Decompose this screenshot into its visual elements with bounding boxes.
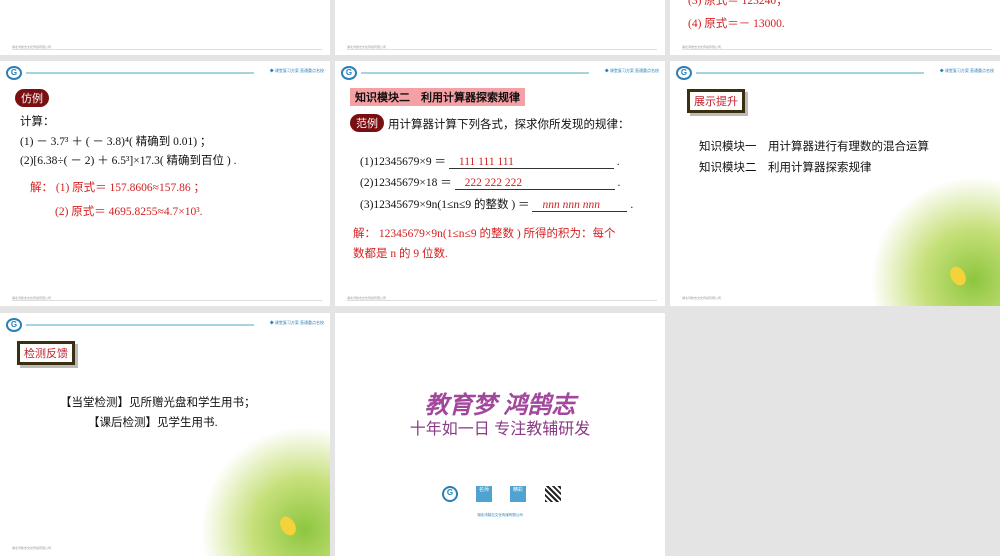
item-1: 知识模块一 用计算器进行有理数的混合运算 (699, 141, 929, 153)
answer-2: (2) 原式＝ 4695.8255≈4.7×10³. (55, 206, 203, 218)
logo-icon: G (442, 486, 458, 502)
slide-header: G ◆ 课堂复习方案 直通重点名校 (6, 66, 324, 80)
flower-decoration (200, 426, 330, 556)
logo-icon: G (6, 318, 22, 332)
header-text: ◆ 课堂复习方案 直通重点名校 (939, 68, 994, 73)
intro-text: 计算： (20, 116, 55, 128)
line-2: 【课后检测】见学生用书. (88, 417, 218, 429)
slide-header: G ◆ 课堂复习方案 直通重点名校 (676, 66, 994, 80)
header-text: ◆ 课堂复习方案 直通重点名校 (269, 68, 324, 73)
question-1: (1)12345679×9 ＝ 111 111 111 . (360, 156, 620, 169)
slide-thumb-2[interactable]: 湖北鸿鹄志文化传媒有限公司 (335, 0, 665, 55)
divider (12, 49, 322, 50)
answer-blank-2: 222 222 222 (454, 177, 615, 190)
company-name: 湖北鸿鹄志文化传媒有限公司 (477, 513, 523, 517)
slide-footer: 湖北鸿鹄志文化传媒有限公司 (682, 296, 722, 300)
question-2: (2)[6.38÷( － 2) ＋ 6.5³]×17.3( 精确到百位 ) . (20, 155, 237, 167)
answer-blank-3: nnn nnn nnn (532, 199, 628, 212)
line-1: 【当堂检测】见所赠光盘和学生用书； (60, 397, 256, 409)
question-1: (1) － 3.7³ ＋ ( － 3.8)⁴( 精确到 0.01) ； (20, 136, 212, 148)
slide-header: G ◆ 课堂复习方案 直通重点名校 (6, 318, 324, 332)
slide-header: G ◆ 课堂复习方案 直通重点名校 (341, 66, 659, 80)
slide-thumb-5[interactable]: G ◆ 课堂复习方案 直通重点名校 知识模块二 利用计算器探索规律 范例 用计算器… (335, 61, 665, 306)
slide-thumb-6[interactable]: G ◆ 课堂复习方案 直通重点名校 展示提升 知识模块一 用计算器进行有理数的混合… (670, 61, 1000, 306)
section-label: 展示提升 (687, 89, 745, 113)
slide-thumb-1[interactable]: 湖北鸿鹄志文化传媒有限公司 (0, 0, 330, 55)
logo-icon: G (341, 66, 357, 80)
answer-line: (4) 原式＝－ 13000. (688, 18, 785, 30)
slide-thumb-8[interactable]: 教育梦 鸿鹄志 十年如一日 专注教辅研发 G 名师 精彩 湖北鸿鹄志文化传媒有限… (335, 313, 665, 556)
question-2: (2)12345679×18 ＝ 222 222 222 . (360, 177, 621, 190)
item-2: 知识模块二 利用计算器探索规律 (699, 162, 872, 174)
slide-thumb-4[interactable]: G ◆ 课堂复习方案 直通重点名校 仿例 计算： (1) － 3.7³ ＋ ( －… (0, 61, 330, 306)
section-title: 知识模块二 利用计算器探索规律 (350, 88, 525, 106)
answer-blank-1: 111 111 111 (448, 156, 614, 169)
section-label: 检测反馈 (17, 341, 75, 365)
divider (682, 49, 992, 50)
divider (347, 49, 657, 50)
slide-thumb-7[interactable]: G ◆ 课堂复习方案 直通重点名校 检测反馈 【当堂检测】见所赠光盘和学生用书； … (0, 313, 330, 556)
solution-line-1: 解： 12345679×9n(1≤n≤9 的整数 ) 所得的积为：每个 (353, 228, 616, 240)
qr-code-icon (545, 486, 561, 502)
app-icon: 精彩 (510, 486, 526, 502)
question-3: (3)12345679×9n(1≤n≤9 的整数 ) ＝ nnn nnn nnn… (360, 199, 634, 212)
example-badge: 仿例 (15, 89, 49, 107)
prompt-text: 用计算器计算下列各式，探求你所发现的规律： (388, 119, 630, 131)
example-badge: 范例 (350, 114, 384, 132)
slide-thumb-3[interactable]: (3) 原式＝ 123240； (4) 原式＝－ 13000. 湖北鸿鹄志文化传… (670, 0, 1000, 55)
logo-icon: G (676, 66, 692, 80)
subtitle: 十年如一日 专注教辅研发 (409, 421, 591, 438)
answer-1: 解： (1) 原式＝ 157.8606≈157.86 ； (30, 182, 205, 194)
logo-icon: G (6, 66, 22, 80)
answer-line: (3) 原式＝ 123240； (688, 0, 788, 7)
app-icon: 名师 (476, 486, 492, 502)
slide-footer: 湖北鸿鹄志文化传媒有限公司 (12, 546, 52, 550)
header-text: ◆ 课堂复习方案 直通重点名校 (604, 68, 659, 73)
flower-decoration (870, 176, 1000, 306)
header-text: ◆ 课堂复习方案 直通重点名校 (269, 320, 324, 325)
solution-line-2: 数都是 n 的 9 位数. (353, 248, 448, 260)
